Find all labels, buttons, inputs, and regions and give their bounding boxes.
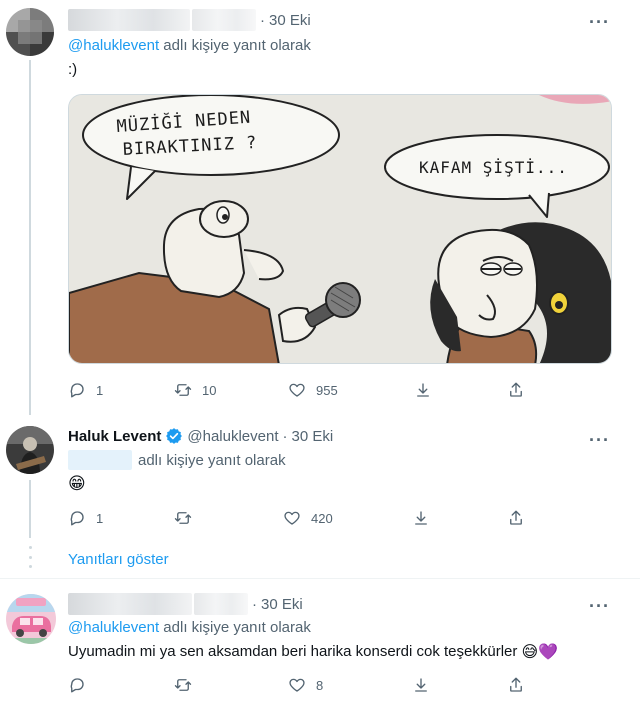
- share-button[interactable]: [507, 676, 525, 694]
- reply-handle-link[interactable]: @haluklevent: [68, 619, 159, 636]
- blurred-handle: [192, 9, 256, 31]
- share-button[interactable]: [507, 381, 525, 399]
- tweet-date[interactable]: 30 Eki: [292, 428, 334, 445]
- reply-context: @haluklevent adlı kişiye yanıt olarak: [68, 37, 311, 54]
- download-button[interactable]: [412, 509, 430, 527]
- tweet-media-cartoon[interactable]: MÜZİĞİ NEDEN BIRAKTINIZ ? KAFAM ŞİŞTİ...: [68, 94, 612, 364]
- blurred-handle: [194, 593, 248, 615]
- reply-button[interactable]: 1: [68, 509, 103, 527]
- tweet-actions: 1 10 955: [68, 381, 538, 401]
- reply-context: @haluklevent adlı kişiye yanıt olarak: [68, 619, 311, 636]
- blurred-username: [68, 593, 192, 615]
- dot-separator: ·: [282, 427, 288, 445]
- tweet-text: Uyumadin mi ya sen aksamdan beri harika …: [68, 642, 558, 662]
- more-options-icon[interactable]: ···: [589, 596, 610, 617]
- reply-count: 1: [96, 510, 104, 526]
- download-icon: [415, 511, 427, 525]
- reply-icon: [70, 511, 84, 526]
- like-button[interactable]: 955: [288, 381, 338, 399]
- haluk-levent-avatar[interactable]: [6, 426, 54, 474]
- thread-line: [29, 480, 31, 538]
- heart-icon: [289, 678, 305, 692]
- more-options-icon[interactable]: ···: [589, 430, 610, 451]
- more-options-icon[interactable]: ···: [589, 12, 610, 33]
- share-button[interactable]: [507, 509, 525, 527]
- share-icon: [510, 510, 522, 525]
- share-icon: [510, 382, 522, 397]
- tweet-header: · 30 Eki: [68, 593, 303, 615]
- tweet-3[interactable]: · 30 Eki ··· @haluklevent adlı kişiye ya…: [0, 579, 640, 707]
- tweet-header: · 30 Eki: [68, 9, 311, 31]
- verified-badge-icon: [166, 428, 183, 444]
- heart-icon: [289, 383, 305, 397]
- tweet-1[interactable]: · 30 Eki ··· @haluklevent adlı kişiye ya…: [0, 0, 640, 415]
- dot-separator: ·: [260, 11, 265, 29]
- avatar[interactable]: [6, 594, 56, 644]
- download-button[interactable]: [412, 676, 430, 694]
- retweet-icon: [174, 512, 192, 524]
- reply-icon: [70, 678, 84, 693]
- tweet-text-body: Uyumadin mi ya sen aksamdan beri harika …: [68, 642, 518, 660]
- avatar[interactable]: [6, 8, 54, 56]
- reply-context-text: adlı kişiye yanıt olarak: [163, 37, 311, 54]
- retweet-count: 10: [202, 382, 217, 398]
- retweet-icon: [174, 679, 192, 691]
- tweet-date[interactable]: 30 Eki: [269, 12, 311, 29]
- tweet-actions: 8: [68, 676, 538, 696]
- blurred-reply-handle[interactable]: [68, 450, 132, 470]
- tweet-text-emoji: 😁: [68, 474, 86, 493]
- like-button[interactable]: 420: [283, 509, 333, 527]
- bubble-right-text: KAFAM ŞİŞTİ...: [419, 158, 568, 177]
- like-count: 955: [316, 382, 338, 398]
- tweet-2[interactable]: Haluk Levent @haluklevent · 30 Eki ··· a…: [0, 412, 640, 538]
- reply-context: adlı kişiye yanıt olarak: [68, 450, 286, 470]
- tweet-actions: 1 420: [68, 509, 538, 529]
- like-button[interactable]: 8: [288, 676, 323, 694]
- tweet-date[interactable]: 30 Eki: [261, 596, 303, 613]
- download-button[interactable]: [414, 381, 432, 399]
- tweet-text: :): [68, 61, 78, 78]
- reply-button[interactable]: [68, 676, 86, 694]
- dot-separator: ·: [252, 595, 257, 613]
- retweet-icon: [174, 384, 192, 396]
- display-name[interactable]: Haluk Levent: [68, 428, 161, 445]
- blurred-username: [68, 9, 190, 31]
- share-icon: [510, 677, 522, 692]
- user-handle[interactable]: @haluklevent: [187, 428, 278, 445]
- tweet-text-emoji: 😅💜: [521, 644, 559, 661]
- thread-dots: [28, 546, 32, 568]
- thread-line: [29, 60, 31, 415]
- reply-context-text: adlı kişiye yanıt olarak: [163, 619, 311, 636]
- retweet-button[interactable]: 10: [174, 381, 216, 399]
- reply-icon: [70, 383, 84, 398]
- reply-handle-link[interactable]: @haluklevent: [68, 37, 159, 54]
- download-icon: [415, 678, 427, 692]
- reply-count: 1: [96, 382, 104, 398]
- show-replies-link[interactable]: Yanıtları göster: [68, 551, 169, 568]
- heart-icon: [284, 511, 300, 525]
- reply-context-text: adlı kişiye yanıt olarak: [138, 451, 286, 469]
- like-count: 8: [316, 677, 324, 693]
- retweet-button[interactable]: [174, 676, 192, 694]
- like-count: 420: [311, 510, 333, 526]
- reply-button[interactable]: 1: [68, 381, 103, 399]
- retweet-button[interactable]: [174, 509, 192, 527]
- tweet-header: Haluk Levent @haluklevent · 30 Eki: [68, 427, 333, 445]
- download-icon: [417, 383, 429, 397]
